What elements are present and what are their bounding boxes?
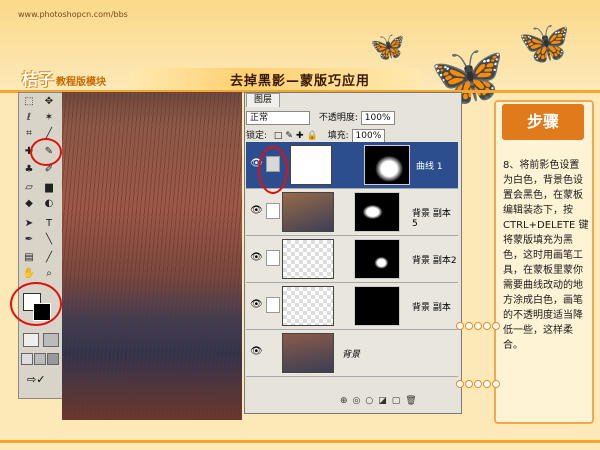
- tab-layers[interactable]: 图层: [246, 93, 280, 107]
- blend-mode-select[interactable]: 正常: [246, 111, 310, 125]
- jump-to-imageready-icon[interactable]: ⇨✓: [27, 373, 53, 387]
- path-select-icon[interactable]: ➤: [21, 217, 37, 231]
- move-tool-icon[interactable]: ✥: [41, 95, 57, 109]
- layer-name: 背景 副本: [412, 303, 451, 313]
- fill-field[interactable]: 100%: [351, 129, 386, 143]
- layer-mask-thumbnail[interactable]: [354, 286, 400, 326]
- eye-icon[interactable]: 👁: [250, 346, 263, 358]
- bead-decoration: [456, 322, 500, 330]
- layer-name: 曲线 1: [416, 162, 443, 172]
- site-url: www.photoshopcn.com/bbs: [18, 10, 128, 19]
- layer-thumbnail: [282, 192, 334, 232]
- zoom-tool-icon[interactable]: ⌕: [41, 267, 57, 281]
- screen-mode-icon[interactable]: [47, 353, 59, 365]
- standard-mode-icon[interactable]: [23, 333, 39, 347]
- curves-thumbnail: [290, 145, 332, 185]
- layer-thumbnail: [282, 286, 334, 326]
- eye-icon[interactable]: 👁: [250, 252, 263, 264]
- layer-mask-thumbnail[interactable]: [354, 192, 400, 232]
- blur-tool-icon[interactable]: ◆: [21, 197, 37, 211]
- layers-footer-icons[interactable]: ⊕◎○◪▢🗑: [340, 396, 422, 406]
- lasso-tool-icon[interactable]: ℓ: [21, 111, 37, 125]
- layer-row[interactable]: 👁 背景: [246, 330, 458, 377]
- notes-tool-icon[interactable]: ▤: [21, 251, 37, 265]
- link-icon[interactable]: [266, 203, 280, 219]
- steps-heading: 步骤: [502, 104, 584, 140]
- bead-decoration: [456, 380, 500, 388]
- eye-icon[interactable]: 👁: [250, 299, 263, 311]
- stamp-tool-icon[interactable]: ♣: [21, 163, 37, 177]
- link-icon[interactable]: [266, 297, 280, 313]
- butterfly-icon: 🦋: [370, 30, 405, 63]
- layer-name: 背景 副本 5: [412, 209, 451, 229]
- gradient-tool-icon[interactable]: ▆: [41, 181, 57, 195]
- lock-label: 锁定:: [246, 131, 268, 141]
- brand-logo: 桔子 教程版模块: [22, 70, 107, 89]
- image-canvas[interactable]: [62, 92, 242, 420]
- highlight-ring: [10, 282, 62, 326]
- layer-mask-thumbnail[interactable]: [364, 145, 410, 185]
- magic-wand-icon[interactable]: ✶: [41, 111, 57, 125]
- line-tool-icon[interactable]: ╲: [41, 233, 57, 247]
- eyedropper-icon[interactable]: ╱: [41, 251, 57, 265]
- lock-icons[interactable]: □✎✚🔒: [274, 131, 321, 141]
- steps-text: 8、将前影色设置为白色，背景色设置会黑色，在蒙板编辑装态下，按 CTRL+DEL…: [503, 160, 589, 351]
- layer-name: 背景: [342, 350, 361, 360]
- layer-mask-thumbnail[interactable]: [354, 239, 400, 279]
- layer-name: 背景 副本2: [412, 256, 457, 266]
- eye-icon[interactable]: 👁: [250, 205, 263, 217]
- marquee-tool-icon[interactable]: ⬚: [21, 95, 37, 109]
- type-tool-icon[interactable]: T: [41, 217, 57, 231]
- fill-label: 填充:: [327, 131, 349, 141]
- opacity-field[interactable]: 100%: [360, 111, 395, 125]
- screen-mode-icon[interactable]: [34, 353, 46, 365]
- highlight-ring: [30, 138, 62, 166]
- page-title: 去掉黑影—蒙版巧应用: [230, 74, 371, 89]
- blend-row: 正常 不透明度: 100%: [246, 110, 395, 126]
- eraser-tool-icon[interactable]: ▱: [21, 181, 37, 195]
- layer-thumbnail: [282, 333, 334, 373]
- pen-tool-icon[interactable]: ✒: [21, 233, 37, 247]
- layer-row[interactable]: 👁 背景 副本 5: [246, 189, 458, 236]
- layer-row[interactable]: 👁 背景 副本2: [246, 236, 458, 283]
- opacity-label: 不透明度:: [318, 113, 358, 123]
- layer-row[interactable]: 👁 背景 副本: [246, 283, 458, 330]
- divider: [0, 440, 600, 443]
- crop-tool-icon[interactable]: ⌗: [21, 127, 37, 141]
- screen-mode-icon[interactable]: [21, 353, 33, 365]
- butterfly-icon: 🦋: [518, 18, 571, 67]
- quick-mask-icon[interactable]: [43, 333, 59, 347]
- link-icon[interactable]: [266, 250, 280, 266]
- dodge-tool-icon[interactable]: ◐: [41, 197, 57, 211]
- hand-tool-icon[interactable]: ✋: [21, 267, 37, 281]
- highlight-ring: [258, 146, 288, 194]
- layer-thumbnail: [282, 239, 334, 279]
